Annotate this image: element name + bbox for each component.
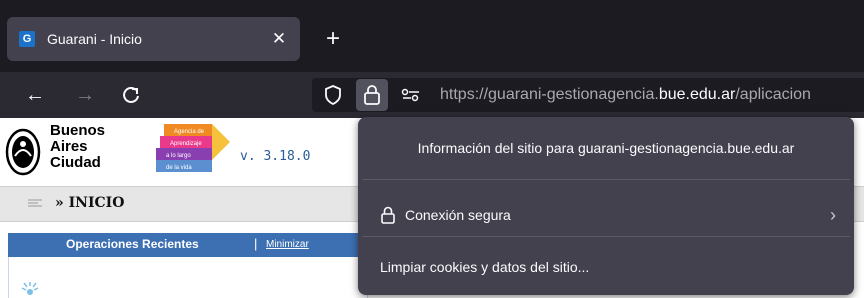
sun-icon [21,282,39,295]
url-bar[interactable]: https://guarani-gestionagencia.bue.edu.a… [312,78,864,112]
secure-connection-item[interactable]: Conexión segura › [366,195,846,235]
svg-text:Agencia de: Agencia de [174,129,205,135]
chevron-right-icon: › [830,205,836,225]
popup-title: Información del sitio para guarani-gesti… [417,140,795,156]
city-seal-logo [5,128,41,176]
divider [362,179,850,180]
tab-strip: G Guarani - Inicio ✕ + [0,0,864,72]
lock-icon [364,85,380,105]
divider [362,236,850,237]
clear-cookies-label: Limpiar cookies y datos del sitio... [380,259,590,275]
version-label: v. 3.18.0 [240,149,311,164]
separator: | [254,236,258,251]
city-logo-text: Buenos Aires Ciudad [50,122,106,171]
recent-operations-header: Operaciones Recientes | Minimizar [8,233,368,257]
arrow-right-icon[interactable]: → [72,82,98,108]
lock-icon [381,206,395,224]
site-info-popup: Información del sitio para guarani-gesti… [358,117,854,295]
close-icon[interactable]: ✕ [268,28,290,50]
reload-icon[interactable] [118,82,144,108]
svg-text:Aprendizaje: Aprendizaje [170,141,202,147]
recent-operations-title: Operaciones Recientes [66,237,199,251]
shield-icon[interactable] [320,82,346,108]
favicon-icon: G [19,31,35,47]
breadcrumb: » INICIO [55,195,125,211]
site-info-button[interactable] [356,79,388,111]
agency-logo: Agencia de Aprendizaje a lo largo de la … [156,124,230,172]
svg-text:a lo largo: a lo largo [166,153,191,159]
tab-title: Guarani - Inicio [47,31,142,47]
secure-connection-label: Conexión segura [405,207,511,223]
arrow-left-icon[interactable]: ← [22,82,48,108]
url-text[interactable]: https://guarani-gestionagencia.bue.edu.a… [440,85,811,105]
svg-text:de la vida: de la vida [166,165,192,171]
browser-tab[interactable]: G Guarani - Inicio ✕ [7,17,300,61]
clear-cookies-item[interactable]: Limpiar cookies y datos del sitio... [366,247,846,287]
navigation-toolbar: ← → https://guarani-gestionagencia.bue.e… [0,72,864,118]
permissions-icon[interactable] [398,82,424,108]
recent-operations-panel [8,257,368,298]
minimize-link[interactable]: Minimizar [266,239,309,250]
menu-icon[interactable] [28,199,42,209]
plus-icon[interactable]: + [320,27,346,53]
